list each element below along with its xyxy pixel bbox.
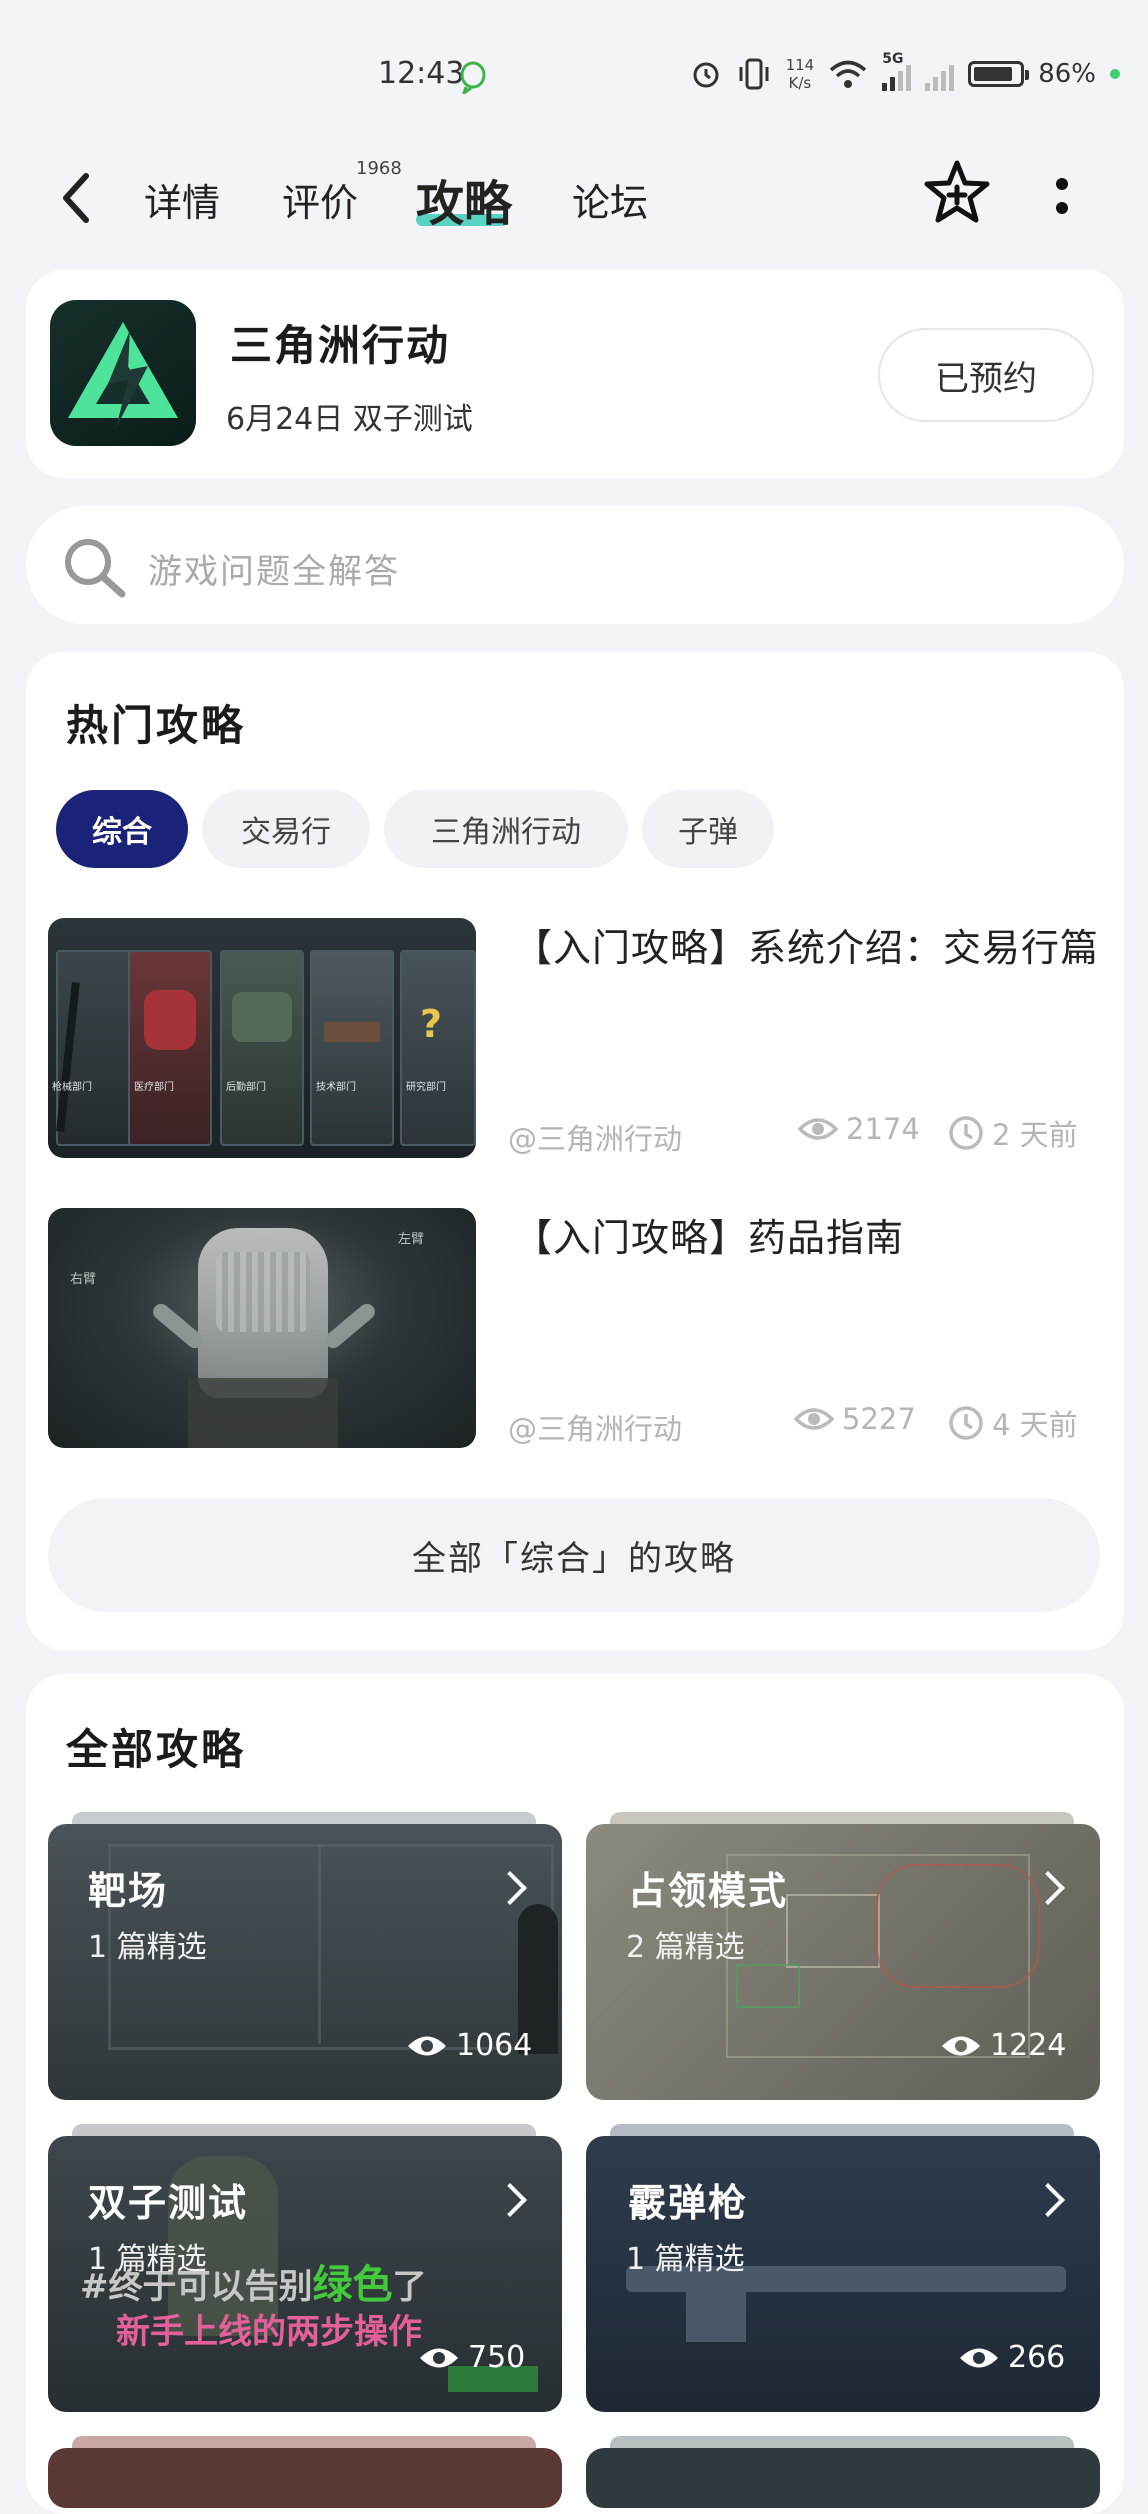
chip-delta-force[interactable]: 三角洲行动 (384, 790, 628, 868)
eye-icon (798, 1118, 838, 1140)
tile-count: 1 篇精选 (626, 2242, 745, 2277)
tile-views: 1064 (406, 2028, 532, 2063)
back-button[interactable] (56, 168, 96, 228)
star-plus-icon (924, 160, 990, 223)
article-views: 2174 (798, 1112, 920, 1146)
tab-details[interactable]: 详情 (144, 172, 220, 227)
cell-signal-icon: 5G (882, 51, 912, 91)
tile-name: 双子测试 (88, 2181, 249, 2225)
tile-views: 750 (418, 2340, 525, 2375)
privacy-dot (1110, 69, 1120, 79)
status-time: 12:43 (378, 56, 465, 91)
thumb-label: 右臂 (70, 1272, 97, 1287)
game-title: 三角洲行动 (230, 321, 451, 370)
reserved-button[interactable]: 已预约 (878, 328, 1094, 422)
article-thumbnail[interactable]: ? 枪械部门 医疗部门 后勤部门 技术部门 研究部门 (48, 918, 476, 1158)
hot-guides-title: 热门攻略 (66, 701, 247, 750)
eye-icon (420, 2348, 458, 2367)
tile-name: 靶场 (88, 1869, 169, 1913)
article-title[interactable]: 【入门攻略】系统介绍：交易行篇 (514, 920, 1100, 976)
thumb-label: 枪械部门 (52, 1082, 92, 1093)
eye-icon (942, 2036, 980, 2055)
all-general-guides-button[interactable]: 全部「综合」的攻略 (48, 1498, 1100, 1612)
wifi-icon (830, 60, 867, 88)
chip-general[interactable]: 综合 (56, 790, 188, 868)
tile-views: 1224 (940, 2028, 1066, 2063)
chip-trading[interactable]: 交易行 (202, 790, 370, 868)
thumb-label: 技术部门 (316, 1082, 356, 1093)
favorite-button[interactable] (922, 158, 992, 232)
tab-guides[interactable]: 攻略 (416, 164, 512, 234)
back-arrow-icon (63, 173, 89, 223)
more-menu-button[interactable] (1054, 176, 1070, 220)
search-icon (60, 534, 128, 606)
guide-tile-partial[interactable] (48, 2448, 562, 2508)
all-guides-title: 全部攻略 (66, 1725, 247, 1774)
cell-signal-2-icon (925, 57, 955, 91)
article-author: @三角洲行动 (508, 1122, 683, 1156)
clock-icon (949, 1116, 983, 1150)
article-time: 2 天前 (948, 1112, 1078, 1154)
notification-bubble-icon (458, 60, 488, 98)
chip-bullets[interactable]: 子弹 (642, 790, 774, 868)
tile-name: 占领模式 (628, 1869, 789, 1913)
battery-percent: 86% (1038, 59, 1096, 89)
tile-count: 2 篇精选 (626, 1930, 745, 1965)
tile-name: 霰弹枪 (628, 2181, 749, 2225)
battery-icon (968, 61, 1030, 87)
article-views: 5227 (794, 1402, 916, 1436)
alarm-icon (693, 62, 719, 88)
article-time: 4 天前 (948, 1402, 1078, 1444)
eye-icon (960, 2348, 998, 2367)
guide-tile-partial[interactable] (586, 2448, 1100, 2508)
thumb-label: 左臂 (398, 1232, 425, 1247)
thumb-label: 后勤部门 (226, 1082, 266, 1093)
net-speed: 114 K/s (785, 56, 815, 92)
thumb-label: 研究部门 (406, 1082, 446, 1093)
tile-views: 266 (958, 2340, 1065, 2375)
tab-forum[interactable]: 论坛 (572, 172, 648, 227)
game-release-info: 6月24日 双子测试 (226, 402, 473, 437)
clock-icon (949, 1406, 983, 1440)
eye-icon (794, 1408, 834, 1430)
thumb-label: 医疗部门 (134, 1082, 174, 1093)
article-thumbnail[interactable]: 右臂 左臂 (48, 1208, 476, 1448)
eye-icon (408, 2036, 446, 2055)
vibrate-icon (739, 58, 769, 90)
game-logo (50, 300, 196, 446)
tile-overlay-text: 新手上线的两步操作 (116, 2312, 422, 2352)
tile-count: 1 篇精选 (88, 2242, 207, 2277)
tab-reviews[interactable]: 评价 (282, 172, 358, 227)
article-author: @三角洲行动 (508, 1412, 683, 1446)
reviews-count-badge: 1968 (356, 158, 402, 179)
more-vertical-icon (1056, 178, 1068, 214)
search-placeholder[interactable]: 游戏问题全解答 (148, 544, 400, 593)
status-indicators: 114 K/s 5G 86% (690, 51, 1120, 92)
tile-count: 1 篇精选 (88, 1930, 207, 1965)
article-title[interactable]: 【入门攻略】药品指南 (514, 1210, 1100, 1266)
